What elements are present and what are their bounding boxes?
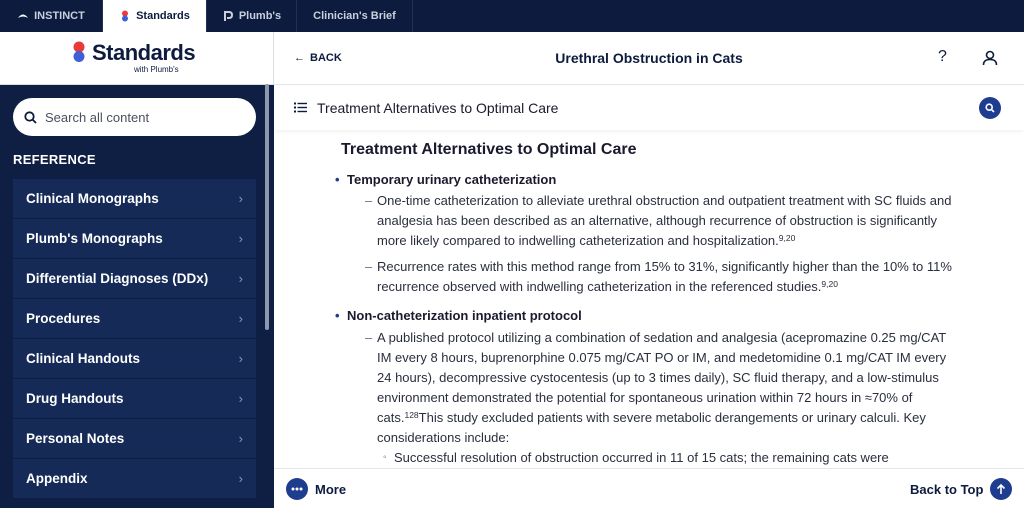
standards-logo-icon [122, 10, 129, 22]
reference-section-title: REFERENCE [13, 152, 96, 167]
back-to-top-button[interactable]: Back to Top [910, 478, 1013, 500]
sidebar-item-procedures[interactable]: Procedures › [13, 299, 256, 339]
brand-name: Standards [92, 40, 196, 65]
list-item: – A published protocol utilizing a combi… [365, 330, 947, 445]
sidebar-item-clinical-handouts[interactable]: Clinical Handouts › [13, 339, 256, 379]
citation-link[interactable]: 128 [404, 410, 418, 420]
user-icon[interactable] [982, 50, 998, 66]
current-section-title: Treatment Alternatives to Optimal Care [317, 100, 559, 116]
chevron-right-icon: › [238, 231, 243, 246]
bottom-bar: More Back to Top [274, 468, 1024, 508]
tab-clinicians-brief[interactable]: Clinician's Brief [297, 0, 413, 32]
tab-plumbs[interactable]: Plumb's [207, 0, 297, 32]
sidebar-item-plumbs-monographs[interactable]: Plumb's Monographs › [13, 219, 256, 259]
chevron-right-icon: › [238, 271, 243, 286]
brand-header: Standards with Plumb's [0, 32, 274, 85]
list-item: – Recurrence rates with this method rang… [365, 259, 952, 294]
search-input[interactable] [45, 109, 235, 125]
brand-subtitle: with Plumb's [134, 65, 179, 74]
product-switcher-bar: INSTINCT Standards Plumb's Clinician's B… [0, 0, 1024, 32]
chevron-right-icon: › [238, 431, 243, 446]
chevron-right-icon: › [238, 471, 243, 486]
instinct-logo-icon [18, 14, 29, 18]
section-heading: Treatment Alternatives to Optimal Care [341, 141, 637, 158]
more-button[interactable]: More [286, 478, 346, 500]
bullet-non-catheterization: Non-catheterization inpatient protocol [335, 308, 582, 323]
chevron-right-icon: › [238, 191, 243, 206]
sidebar-scrollbar[interactable] [265, 84, 269, 330]
chevron-right-icon: › [238, 351, 243, 366]
tab-instinct[interactable]: INSTINCT [0, 0, 103, 32]
sidebar: Standards with Plumb's REFERENCE Clinica… [0, 32, 274, 508]
citation-link[interactable]: 9,20 [821, 279, 838, 289]
chevron-right-icon: › [238, 311, 243, 326]
bullet-temporary-catheterization: Temporary urinary catheterization [335, 172, 556, 187]
search-icon [985, 103, 995, 113]
standards-logo-icon [73, 41, 85, 62]
chevron-right-icon: › [238, 391, 243, 406]
main-header: ← BACK Urethral Obstruction in Cats ? [274, 32, 1024, 85]
table-of-contents-icon [294, 102, 307, 113]
sidebar-item-differential-diagnoses[interactable]: Differential Diagnoses (DDx) › [13, 259, 256, 299]
page-title: Urethral Obstruction in Cats [555, 50, 743, 66]
list-item: – One-time catheterization to alleviate … [365, 193, 952, 248]
arrow-up-icon [990, 478, 1013, 500]
citation-link[interactable]: 9,20 [779, 233, 796, 243]
search-icon [24, 110, 37, 124]
plumbs-logo-icon [223, 11, 233, 21]
tab-standards[interactable]: Standards [103, 0, 207, 32]
find-in-page-button[interactable] [979, 97, 1001, 119]
sidebar-item-appendix[interactable]: Appendix › [13, 459, 256, 499]
sidebar-item-drug-handouts[interactable]: Drug Handouts › [13, 379, 256, 419]
more-icon [286, 478, 308, 500]
help-icon[interactable]: ? [938, 48, 947, 66]
reference-nav: Clinical Monographs › Plumb's Monographs… [13, 179, 256, 499]
list-item: ◦ Successful resolution of obstruction o… [383, 450, 889, 465]
article-content: Treatment Alternatives to Optimal Care T… [274, 130, 1024, 468]
sidebar-item-clinical-monographs[interactable]: Clinical Monographs › [13, 179, 256, 219]
section-selector[interactable]: Treatment Alternatives to Optimal Care [274, 86, 1024, 130]
search-box[interactable] [13, 98, 256, 136]
sidebar-item-personal-notes[interactable]: Personal Notes › [13, 419, 256, 459]
